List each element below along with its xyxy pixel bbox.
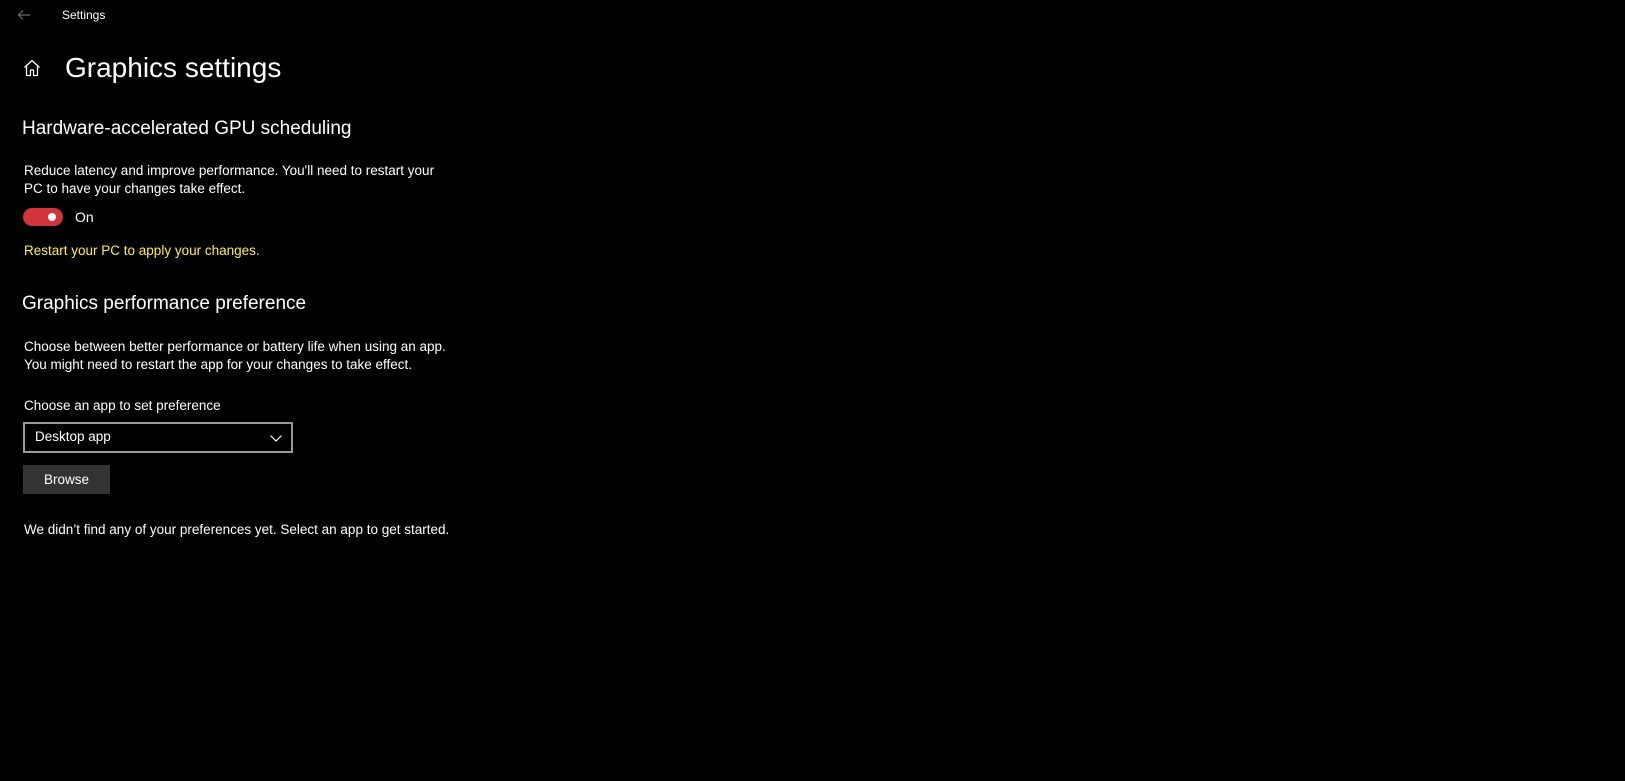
toggle-knob xyxy=(48,213,56,221)
gpu-scheduling-toggle-row: On xyxy=(23,205,94,229)
back-button[interactable] xyxy=(10,4,38,26)
title-bar: Settings xyxy=(0,0,1625,32)
gpu-scheduling-description: Reduce latency and improve performance. … xyxy=(24,162,464,198)
app-type-dropdown-value: Desktop app xyxy=(35,429,111,444)
home-icon xyxy=(24,59,40,77)
browse-button[interactable]: Browse xyxy=(23,465,110,494)
performance-preference-description-line2: You might need to restart the app for yo… xyxy=(24,357,412,372)
app-type-select-label: Choose an app to set preference xyxy=(24,398,221,413)
gpu-scheduling-description-line2: PC to have your changes take effect. xyxy=(24,181,246,196)
performance-preference-description: Choose between better performance or bat… xyxy=(24,338,464,374)
chevron-down-icon xyxy=(270,435,282,442)
toggle-state-label: On xyxy=(75,209,94,225)
window-title: Settings xyxy=(62,8,106,22)
performance-preference-heading: Graphics performance preference xyxy=(22,293,307,314)
app-type-dropdown[interactable]: Desktop app xyxy=(23,422,293,453)
gpu-scheduling-heading: Hardware-accelerated GPU scheduling xyxy=(22,118,352,139)
home-button[interactable] xyxy=(22,58,46,82)
gpu-scheduling-toggle[interactable] xyxy=(23,208,63,226)
back-arrow-icon xyxy=(17,10,30,20)
page-title: Graphics settings xyxy=(65,52,282,83)
empty-preferences-message: We didn’t find any of your preferences y… xyxy=(24,522,450,537)
restart-notice: Restart your PC to apply your changes. xyxy=(24,243,260,258)
gpu-scheduling-description-line1: Reduce latency and improve performance. … xyxy=(24,163,435,178)
performance-preference-description-line1: Choose between better performance or bat… xyxy=(24,339,446,354)
